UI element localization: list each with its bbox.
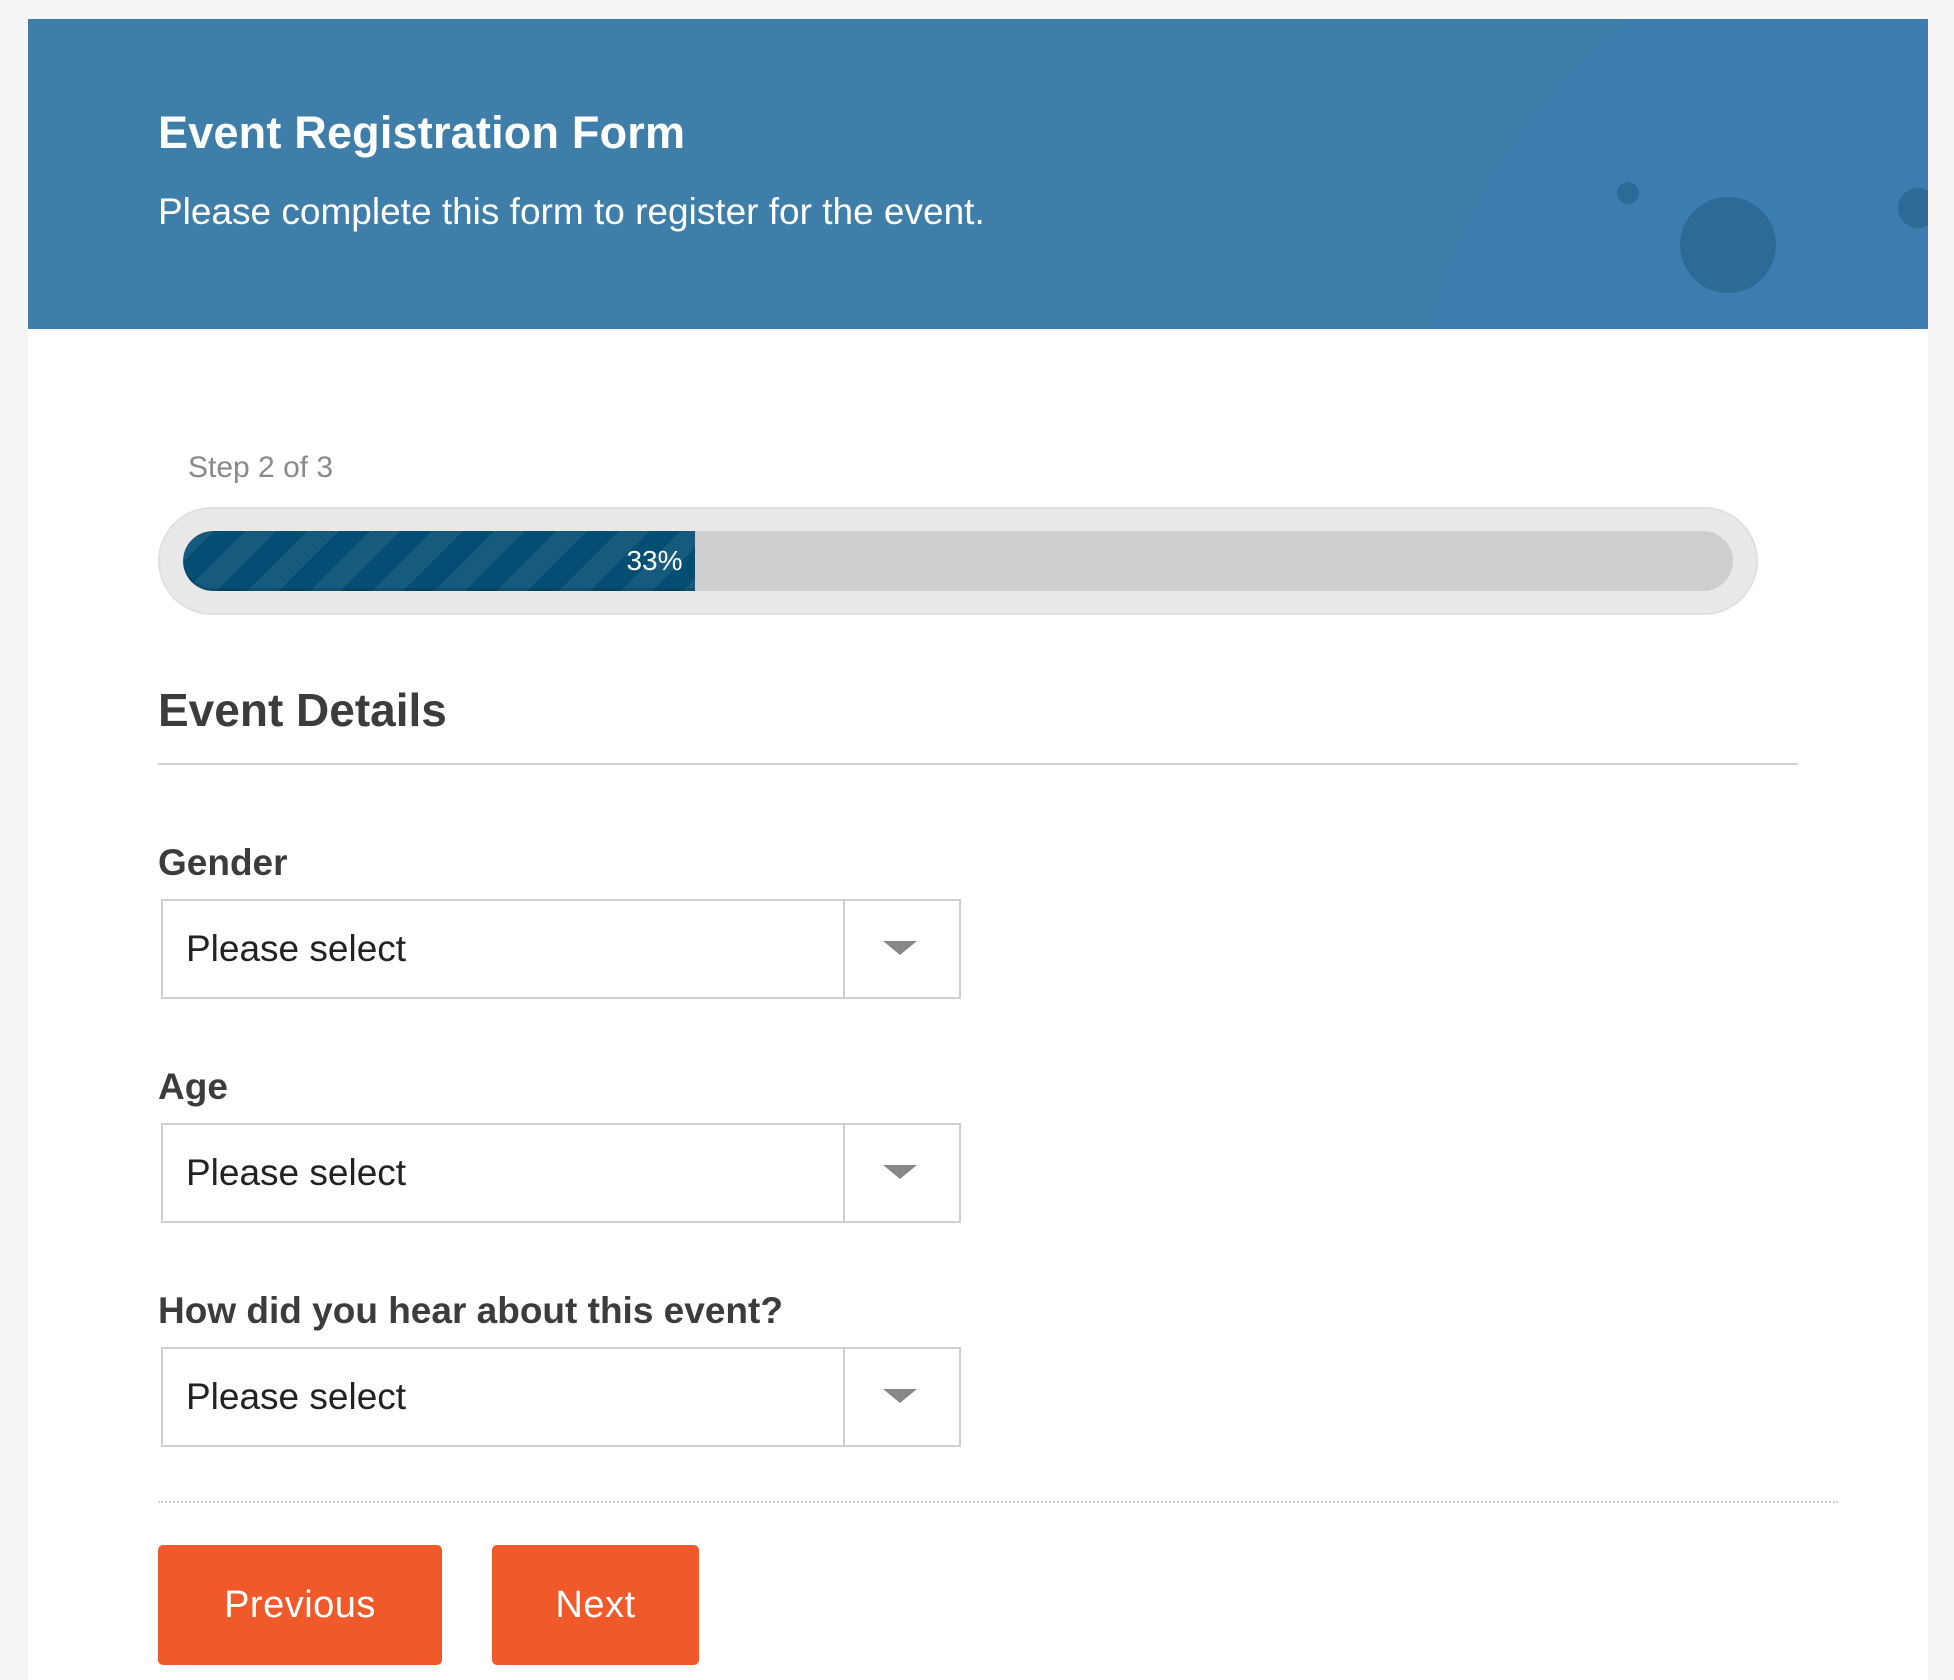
header-decoration xyxy=(1430,19,1928,329)
referral-source-dropdown-button[interactable] xyxy=(843,1349,959,1445)
chevron-down-icon xyxy=(883,1165,917,1179)
progress-percent: 33% xyxy=(626,545,683,576)
gender-label: Gender xyxy=(158,842,288,883)
form-title: Event Registration Form xyxy=(158,107,686,158)
progress-bar: 33% xyxy=(158,507,1758,615)
form-subtitle: Please complete this form to register fo… xyxy=(158,191,985,232)
progress-fill: 33% xyxy=(183,531,695,591)
gender-select[interactable]: Please select xyxy=(161,899,961,999)
chevron-down-icon xyxy=(883,941,917,955)
age-dropdown-button[interactable] xyxy=(843,1125,959,1221)
referral-source-select-value: Please select xyxy=(186,1376,407,1417)
referral-source-select[interactable]: Please select xyxy=(161,1347,961,1447)
referral-source-label: How did you hear about this event? xyxy=(158,1290,783,1331)
section-title: Event Details xyxy=(158,684,447,736)
form-header: Event Registration Form Please complete … xyxy=(28,19,1928,329)
progress-track: 33% xyxy=(183,531,1733,591)
gender-dropdown-button[interactable] xyxy=(843,901,959,997)
form-card: Event Registration Form Please complete … xyxy=(28,19,1928,1680)
next-button[interactable]: Next xyxy=(492,1545,699,1665)
gender-select-value: Please select xyxy=(186,928,407,969)
previous-button[interactable]: Previous xyxy=(158,1545,442,1665)
chevron-down-icon xyxy=(883,1389,917,1403)
age-select-value: Please select xyxy=(186,1152,407,1193)
age-select[interactable]: Please select xyxy=(161,1123,961,1223)
step-indicator: Step 2 of 3 xyxy=(188,451,334,484)
buttons-divider xyxy=(158,1501,1838,1503)
age-label: Age xyxy=(158,1066,228,1107)
section-divider xyxy=(158,763,1798,765)
